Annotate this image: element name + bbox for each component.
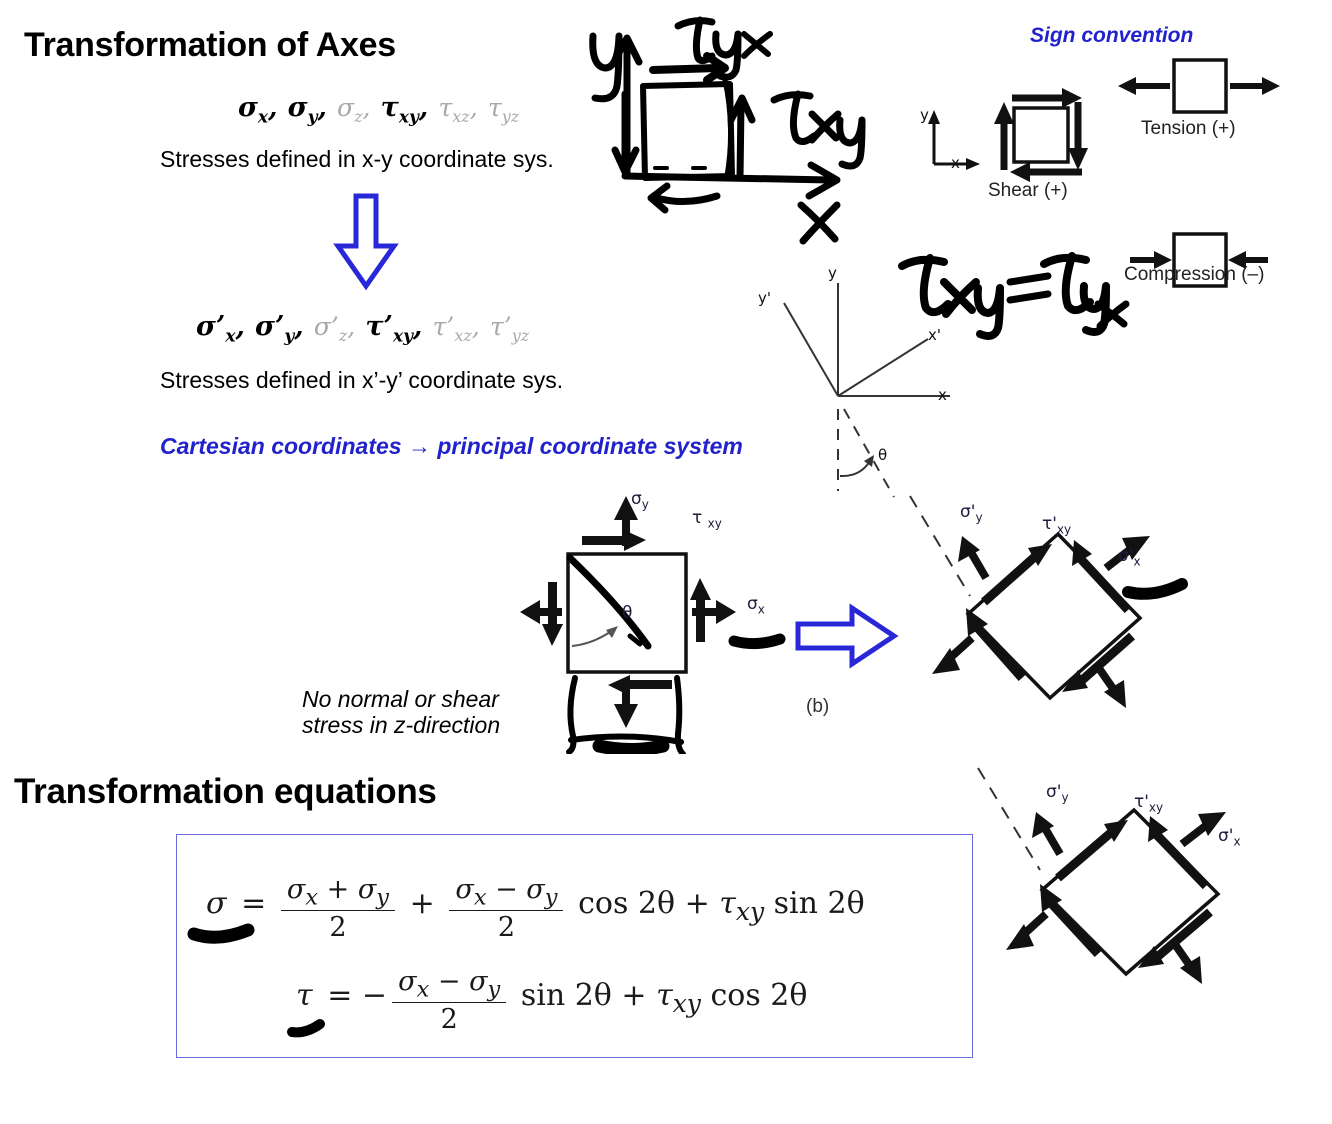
mini-axes-x-label: x — [951, 154, 960, 172]
handwritten-tau-yx-label — [674, 16, 773, 81]
sigma-y-label: σy — [631, 489, 649, 512]
handwritten-underline-tau — [287, 1019, 325, 1038]
handwritten-underline-sigma — [187, 923, 255, 944]
sigma-x-prime-label: σ'x — [1118, 546, 1141, 569]
handwritten-x-label — [797, 201, 841, 245]
shear-label: Shear (+) — [988, 180, 1068, 201]
theta-label-element: θ — [622, 603, 633, 623]
handwritten-mark-sigma-x — [728, 633, 786, 650]
sigma-x-label: σx — [747, 594, 765, 617]
handwritten-brace-under-element — [566, 675, 686, 757]
sigma-y-prime-label-2: σ'y — [1046, 782, 1069, 805]
equation-shear-stress: τ = − σx − σy 2 sin 2θ + τxy cos 2θ — [296, 966, 808, 1036]
axes-theta-label: θ — [878, 446, 888, 464]
handwritten-y-label — [589, 32, 623, 103]
stress-symbols-xy-prime: σ’x, σ’y, σ’z, τ’xy, τ’xz, τ’yz — [196, 311, 530, 347]
blue-down-arrow-icon — [333, 193, 399, 291]
tau-xy-prime-label: τ'xy — [1042, 514, 1072, 537]
handwritten-mark-sigma-x-prime — [1122, 578, 1188, 600]
stress-symbols-xy: σx, σy, σz, τxy, τxz, τyz — [238, 92, 520, 128]
handwritten-tau-xy-label — [770, 90, 866, 170]
compression-diagram — [1130, 232, 1268, 288]
sign-convention-heading: Sign convention — [1030, 24, 1194, 47]
axes-x-prime-label: x' — [928, 326, 942, 344]
equation-normal-stress: σ = σx + σy 2 + σx − σy 2 cos 2θ + τxy sin… — [206, 874, 865, 944]
tau-xy-prime-label-2: τ'xy — [1134, 792, 1164, 815]
caption-xy-prime-coords: Stresses defined in x’-y’ coordinate sys… — [160, 367, 564, 393]
z-direction-note-line2: stress in z-direction — [302, 712, 501, 738]
page-title: Transformation of Axes — [24, 26, 396, 64]
cartesian-to-principal-note: Cartesian coordinates → principal coordi… — [160, 433, 743, 459]
tension-diagram — [1118, 58, 1280, 114]
slide-transformation-equations: Transformation equations σ = σx + σy 2 + … — [0, 754, 1332, 1124]
mini-axes-y-label: y — [920, 106, 929, 124]
figure-label-b: (b) — [806, 696, 830, 717]
sigma-x-prime-label-2: σ'x — [1218, 826, 1241, 849]
compression-label: Compression (–) — [1124, 264, 1265, 285]
axes-y-prime-label: y' — [758, 289, 772, 307]
caption-xy-coords: Stresses defined in x-y coordinate sys. — [160, 146, 554, 172]
blue-right-arrow-icon — [795, 603, 899, 669]
tension-label: Tension (+) — [1141, 118, 1236, 139]
sigma-y-prime-label: σ'y — [960, 502, 983, 525]
axes-rotation-diagram — [783, 283, 950, 498]
axes-y-label: y — [828, 264, 837, 282]
tau-xy-label: τ xy — [692, 508, 722, 531]
slide-transformation-of-axes: Transformation of Axes σx, σy, σz, τxy, … — [0, 6, 1332, 757]
page-title-2: Transformation equations — [14, 772, 437, 811]
axes-x-label: x — [938, 386, 947, 404]
